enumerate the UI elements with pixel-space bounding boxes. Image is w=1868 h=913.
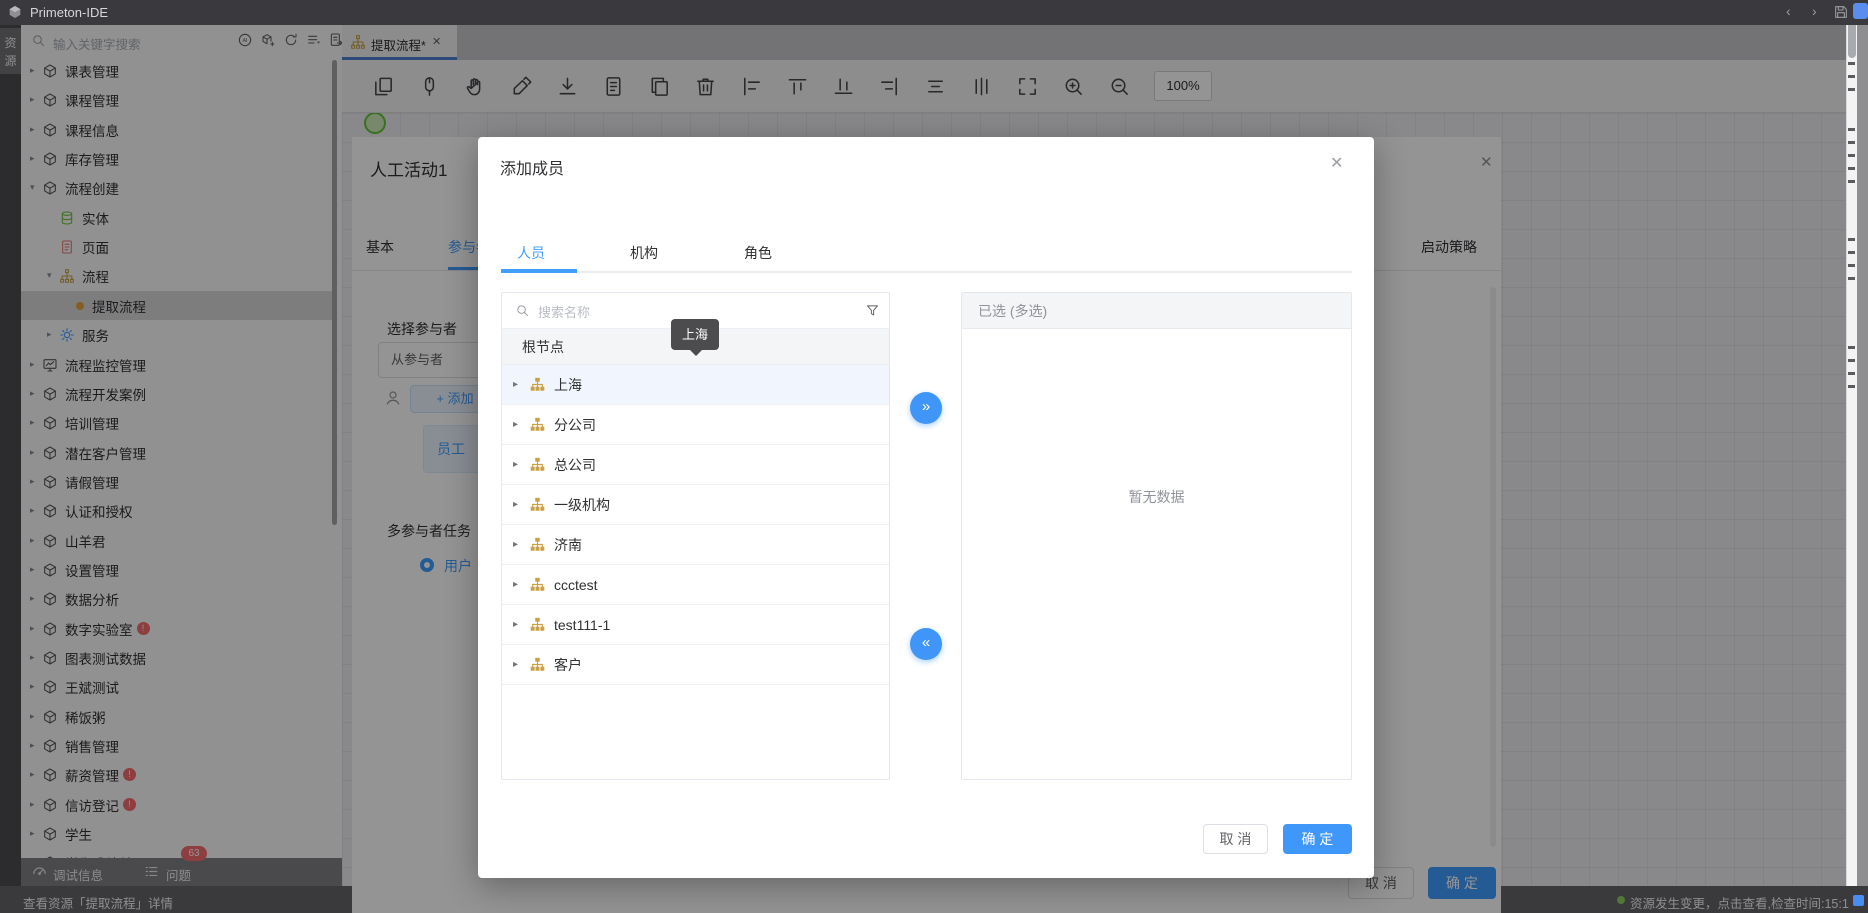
org-icon bbox=[529, 576, 546, 593]
right-tab-glyph bbox=[1848, 277, 1855, 280]
org-icon bbox=[529, 416, 546, 433]
right-scrollbar-thumb[interactable] bbox=[1848, 22, 1856, 58]
org-tree-label: 上海 bbox=[554, 375, 582, 395]
scroll-top-pill[interactable] bbox=[1853, 3, 1868, 19]
chevron-right-icon[interactable]: ▸ bbox=[513, 659, 529, 670]
modal-tab[interactable]: 机构 bbox=[630, 243, 658, 263]
chevron-right-icon[interactable]: ▸ bbox=[513, 459, 529, 470]
org-icon bbox=[529, 536, 546, 553]
selected-panel: 已选 (多选) bbox=[961, 292, 1352, 780]
modal-close-icon[interactable]: ✕ bbox=[1330, 153, 1343, 173]
right-tab-glyph bbox=[1848, 62, 1855, 65]
modal-cancel-button[interactable]: 取 消 bbox=[1203, 824, 1268, 854]
move-right-button[interactable]: » bbox=[910, 392, 942, 424]
right-tab-glyph bbox=[1848, 154, 1855, 157]
org-tree-row[interactable]: ▸ 总公司 bbox=[502, 445, 889, 485]
right-tab-glyph bbox=[1848, 264, 1855, 267]
modal-tab[interactable]: 角色 bbox=[744, 243, 772, 263]
right-tab-glyph bbox=[1848, 385, 1855, 388]
app-logo-icon bbox=[7, 4, 23, 20]
right-tab-glyph bbox=[1848, 251, 1855, 254]
right-tab-strip[interactable] bbox=[1846, 20, 1857, 886]
org-tree-row[interactable]: ▸ test111-1 bbox=[502, 605, 889, 645]
modal-mask-bottom bbox=[0, 886, 1868, 913]
tree-node-tooltip: 上海 bbox=[671, 319, 719, 350]
chevron-right-icon[interactable]: ▸ bbox=[513, 499, 529, 510]
nav-forward-icon[interactable]: › bbox=[1812, 3, 1817, 19]
org-tree-row[interactable]: ▸ 分公司 bbox=[502, 405, 889, 445]
right-tab-glyph bbox=[1848, 88, 1855, 91]
filter-icon[interactable] bbox=[865, 303, 880, 318]
org-icon bbox=[529, 616, 546, 633]
org-tree-label: 一级机构 bbox=[554, 495, 610, 515]
chevron-right-icon[interactable]: ▸ bbox=[513, 379, 529, 390]
app-title: Primeton-IDE bbox=[30, 5, 108, 20]
org-tree-label: 客户 bbox=[554, 655, 582, 675]
selected-header: 已选 (多选) bbox=[962, 293, 1351, 329]
org-icon bbox=[529, 456, 546, 473]
org-tree-row[interactable]: ▸ 上海 bbox=[502, 365, 889, 405]
chevron-right-icon[interactable]: ▸ bbox=[513, 619, 529, 630]
add-member-modal: 添加成员 ✕ 人员机构角色 搜索名称 根节点 ▸上海▸分公司▸总公司▸一级机构▸… bbox=[478, 137, 1374, 878]
right-panel-strip bbox=[1846, 20, 1868, 886]
right-tab-glyph bbox=[1848, 128, 1855, 131]
chevron-right-icon[interactable]: ▸ bbox=[513, 539, 529, 550]
candidate-panel: 搜索名称 根节点 ▸上海▸分公司▸总公司▸一级机构▸济南▸ccctest▸tes… bbox=[501, 292, 890, 780]
right-tab-glyph bbox=[1848, 346, 1855, 349]
org-icon bbox=[529, 656, 546, 673]
move-left-button[interactable]: « bbox=[910, 628, 942, 660]
chevron-right-icon[interactable]: ▸ bbox=[513, 579, 529, 590]
right-tab-glyph bbox=[1848, 372, 1855, 375]
active-tab-underline bbox=[501, 269, 577, 273]
member-search-placeholder: 搜索名称 bbox=[538, 302, 590, 321]
org-tree-label: 济南 bbox=[554, 535, 582, 555]
right-tab-glyph bbox=[1848, 238, 1855, 241]
save-icon[interactable] bbox=[1833, 4, 1849, 20]
org-tree-label: 总公司 bbox=[554, 455, 596, 475]
corner-logo-icon bbox=[1853, 895, 1864, 906]
right-tab-glyph bbox=[1848, 180, 1855, 183]
org-tree-label: ccctest bbox=[554, 577, 598, 593]
right-tab-glyph bbox=[1848, 75, 1855, 78]
chevron-right-icon[interactable]: ▸ bbox=[513, 419, 529, 430]
modal-title: 添加成员 bbox=[500, 155, 564, 179]
right-tab-glyph bbox=[1848, 167, 1855, 170]
nav-back-icon[interactable]: ‹ bbox=[1786, 3, 1791, 19]
right-tab-glyph bbox=[1848, 359, 1855, 362]
empty-data-text: 暂无数据 bbox=[961, 487, 1352, 507]
right-tab-glyph bbox=[1848, 141, 1855, 144]
org-icon bbox=[529, 376, 546, 393]
org-tree-label: 分公司 bbox=[554, 415, 596, 435]
org-tree-row[interactable]: ▸ 客户 bbox=[502, 645, 889, 685]
search-icon bbox=[515, 303, 530, 318]
org-tree-row[interactable]: ▸ 济南 bbox=[502, 525, 889, 565]
titlebar: Primeton-IDE ‹ › bbox=[0, 0, 1868, 25]
org-tree-label: test111-1 bbox=[554, 617, 610, 633]
modal-ok-button[interactable]: 确 定 bbox=[1283, 824, 1352, 854]
org-tree-row[interactable]: ▸ ccctest bbox=[502, 565, 889, 605]
org-tree-row[interactable]: ▸ 一级机构 bbox=[502, 485, 889, 525]
org-icon bbox=[529, 496, 546, 513]
modal-tab[interactable]: 人员 bbox=[517, 243, 545, 263]
